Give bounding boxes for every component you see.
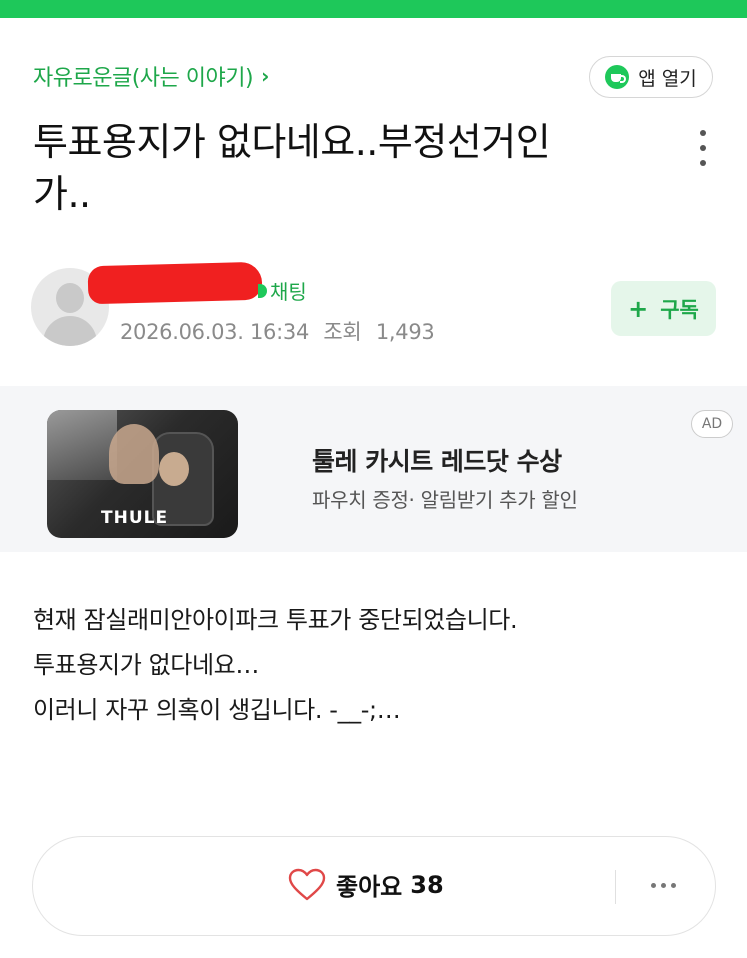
category-link[interactable]: 자유로운글(사는 이야기) ›	[33, 60, 269, 92]
chevron-right-icon: ›	[261, 64, 269, 88]
views-count: 1,493	[375, 320, 435, 344]
post-title: 투표용지가 없다네요..부정선거인 가..	[33, 116, 673, 220]
like-count: 38	[410, 870, 444, 899]
ad-badge[interactable]: AD	[691, 410, 733, 438]
post-title-line: 가..	[33, 172, 91, 216]
ad-banner[interactable]: THULE 툴레 카시트 레드닷 수상 파우치 증정· 알림받기 추가 할인 A…	[0, 386, 747, 552]
reaction-bar: 좋아요 38	[32, 836, 716, 936]
coffee-cup-icon	[605, 65, 630, 89]
subscribe-button[interactable]: + 구독	[611, 281, 716, 336]
post-body-line: 이러니 자꾸 의혹이 생깁니다. -__-;…	[33, 696, 401, 724]
post-body-line: 현재 잠실래미안아이파크 투표가 중단되었습니다.	[33, 606, 518, 634]
author-name-redaction	[87, 261, 263, 305]
ad-subtitle: 파우치 증정· 알림받기 추가 할인	[312, 488, 578, 512]
post-date: 2026.06.03. 16:34	[120, 320, 310, 344]
post-body-line: 투표용지가 없다네요…	[33, 651, 259, 679]
ad-title[interactable]: 툴레 카시트 레드닷 수상	[312, 442, 562, 478]
open-app-button[interactable]: 앱 열기	[589, 56, 713, 98]
heart-outline-icon	[288, 868, 326, 900]
ad-image[interactable]: THULE	[47, 410, 238, 538]
top-status-bar	[0, 0, 747, 18]
chat-link[interactable]: 채팅	[258, 276, 307, 305]
divider	[615, 870, 616, 904]
open-app-label: 앱 열기	[638, 67, 697, 90]
views-label: 조회	[323, 320, 362, 344]
like-label: 좋아요	[336, 873, 403, 901]
chat-bubble-icon	[258, 283, 267, 298]
ad-brand-logo: THULE	[101, 508, 169, 528]
like-button[interactable]: 좋아요 38	[288, 867, 444, 902]
subscribe-label: 구독	[660, 297, 699, 322]
category-label: 자유로운글(사는 이야기)	[33, 66, 254, 91]
more-horizontal-icon[interactable]	[651, 883, 676, 888]
plus-icon: +	[628, 294, 649, 323]
post-title-line: 투표용지가 없다네요..부정선거인	[33, 120, 551, 164]
post-body: 현재 잠실래미안아이파크 투표가 중단되었습니다. 투표용지가 없다네요… 이러…	[33, 598, 518, 733]
more-vertical-icon[interactable]	[696, 130, 710, 166]
chat-label: 채팅	[270, 280, 307, 304]
post-meta: 2026.06.03. 16:34 조회 1,493	[120, 316, 442, 346]
